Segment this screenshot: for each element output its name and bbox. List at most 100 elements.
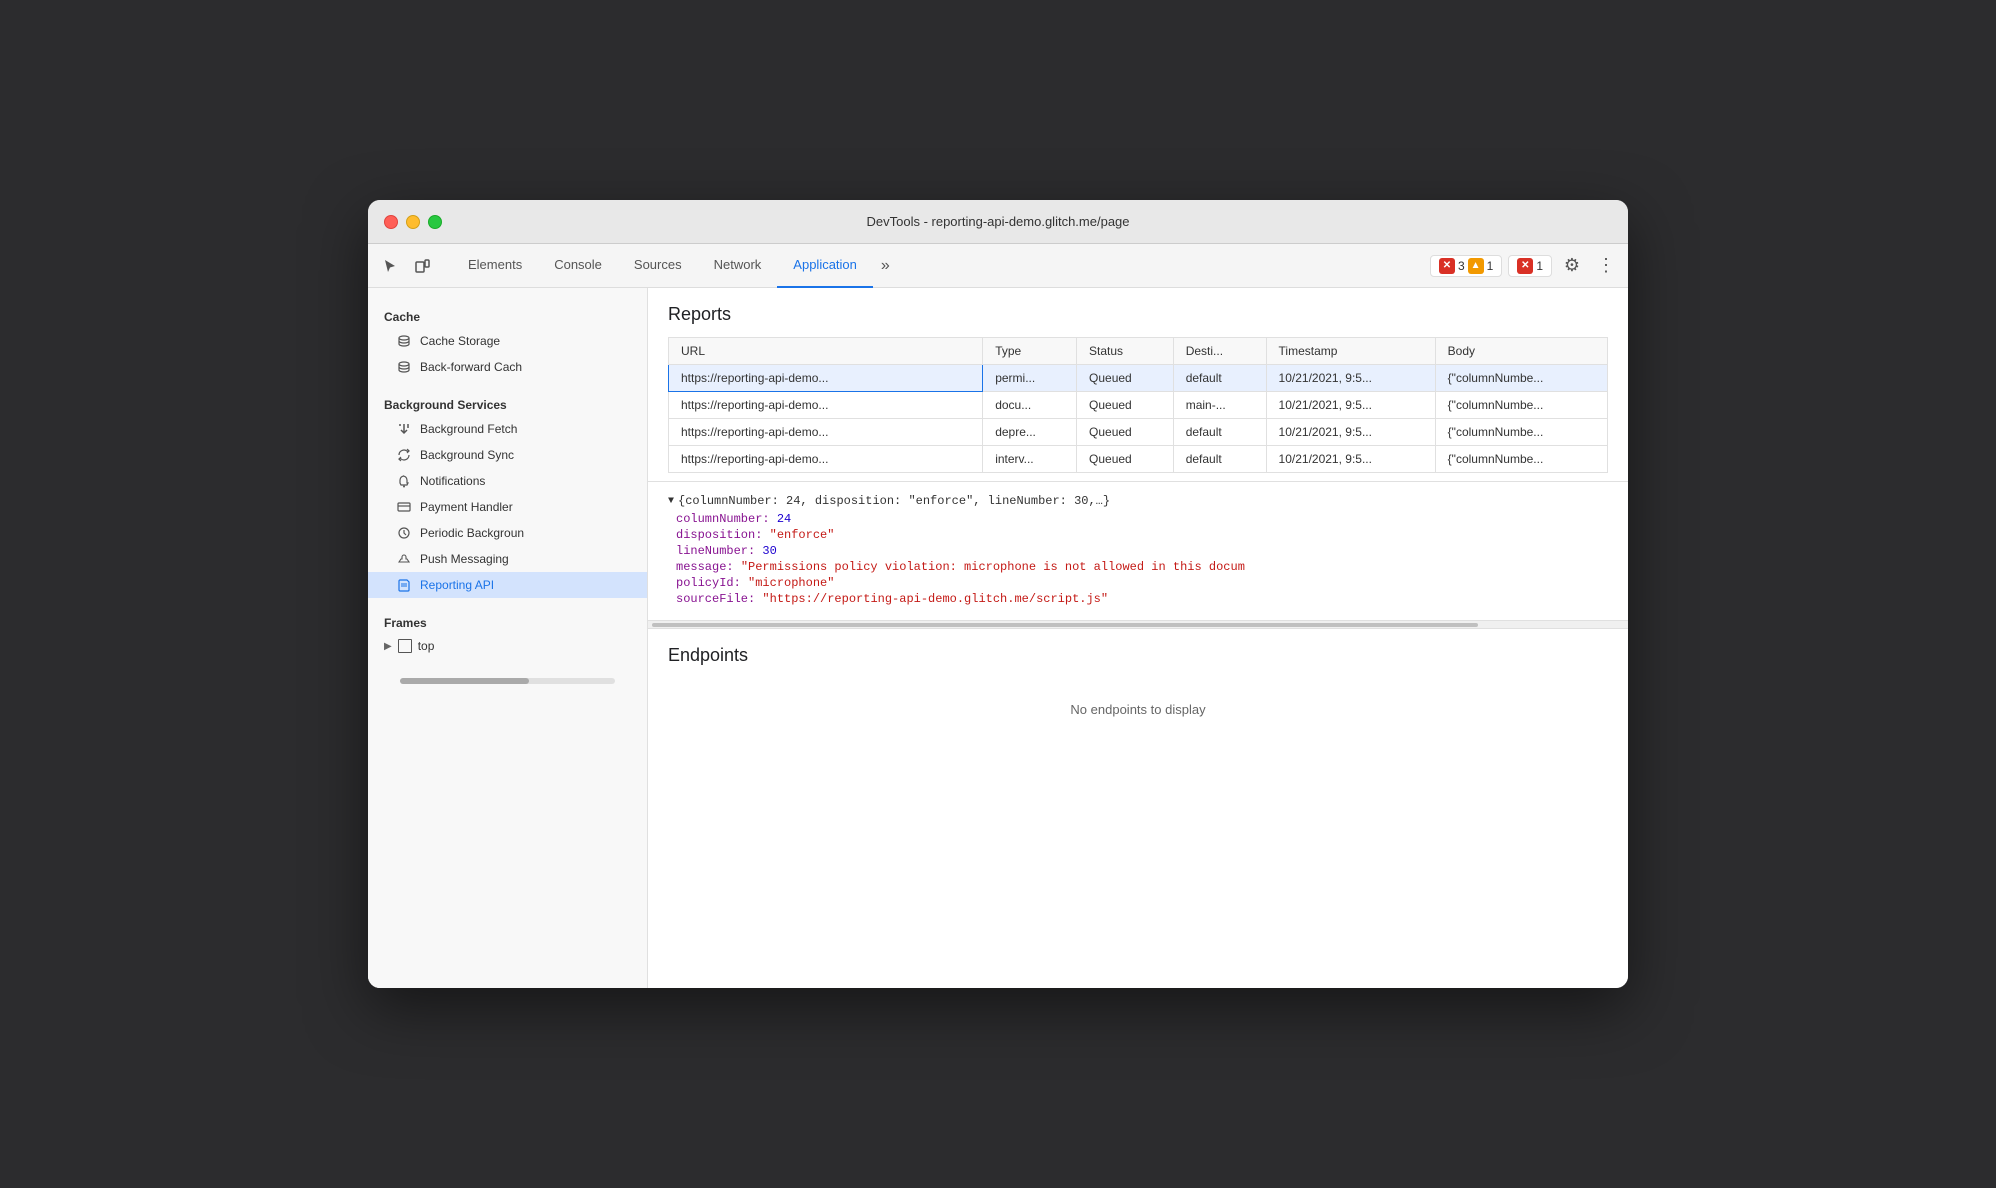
detail-field-value: "enforce" <box>770 528 835 542</box>
sidebar-item-bg-sync[interactable]: Background Sync <box>368 442 647 468</box>
titlebar: DevTools - reporting-api-demo.glitch.me/… <box>368 200 1628 244</box>
table-cell-status: Queued <box>1077 446 1174 473</box>
reporting-api-icon <box>396 577 412 593</box>
frames-arrow: ▶ <box>384 641 392 652</box>
bg-sync-icon <box>396 447 412 463</box>
sidebar-item-label: Periodic Backgroun <box>420 526 524 540</box>
detail-field-value: 24 <box>777 512 791 526</box>
detail-field-key: sourceFile: <box>676 592 762 606</box>
sidebar-item-push-messaging[interactable]: Push Messaging <box>368 546 647 572</box>
col-header-url: URL <box>669 338 983 365</box>
error-badge-1[interactable]: ✕ 3 ▲ 1 <box>1430 255 1502 277</box>
table-row[interactable]: https://reporting-api-demo...interv...Qu… <box>669 446 1608 473</box>
tab-application[interactable]: Application <box>777 244 873 288</box>
error-icon-2: ✕ <box>1517 258 1533 274</box>
horizontal-scrollbar[interactable] <box>648 620 1628 628</box>
sidebar-item-label: Push Messaging <box>420 552 509 566</box>
table-cell-url: https://reporting-api-demo... <box>669 392 983 419</box>
tab-sources[interactable]: Sources <box>618 244 698 288</box>
detail-field-value: 30 <box>762 544 776 558</box>
back-forward-cache-icon <box>396 359 412 375</box>
detail-panel: ▼ {columnNumber: 24, disposition: "enfor… <box>648 481 1628 620</box>
bg-services-section-title: Background Services <box>368 388 647 416</box>
table-cell-type: permi... <box>983 365 1077 392</box>
detail-fields: columnNumber: 24disposition: "enforce"li… <box>668 512 1608 606</box>
table-cell-timestamp: 10/21/2021, 9:5... <box>1266 446 1435 473</box>
detail-field: lineNumber: 30 <box>668 544 1608 558</box>
sidebar-item-bg-fetch[interactable]: Background Fetch <box>368 416 647 442</box>
no-endpoints-text: No endpoints to display <box>668 678 1608 741</box>
detail-field-key: lineNumber: <box>676 544 762 558</box>
table-cell-status: Queued <box>1077 419 1174 446</box>
table-header-row: URL Type Status Desti... Timestamp Body <box>669 338 1608 365</box>
table-cell-timestamp: 10/21/2021, 9:5... <box>1266 365 1435 392</box>
detail-collapse-icon[interactable]: ▼ <box>668 496 674 507</box>
error-badge-2[interactable]: ✕ 1 <box>1508 255 1552 277</box>
detail-field-value: "https://reporting-api-demo.glitch.me/sc… <box>762 592 1108 606</box>
col-header-body: Body <box>1435 338 1607 365</box>
tab-overflow[interactable]: » <box>873 249 898 283</box>
sidebar-item-reporting-api[interactable]: Reporting API <box>368 572 647 598</box>
reports-title: Reports <box>668 304 1608 325</box>
reports-section: Reports URL Type Status Desti... Timesta… <box>648 288 1628 481</box>
traffic-lights <box>384 215 442 229</box>
table-cell-type: depre... <box>983 419 1077 446</box>
settings-icon[interactable]: ⚙ <box>1558 252 1586 280</box>
sidebar-item-payment-handler[interactable]: Payment Handler <box>368 494 647 520</box>
toolbar-icons <box>376 252 448 280</box>
detail-field-key: policyId: <box>676 576 748 590</box>
sidebar-item-label: Payment Handler <box>420 500 513 514</box>
col-header-type: Type <box>983 338 1077 365</box>
table-cell-destination: default <box>1173 365 1266 392</box>
endpoints-title: Endpoints <box>668 645 1608 666</box>
sidebar-scrollbar-thumb <box>400 678 529 684</box>
table-cell-body: {"columnNumbe... <box>1435 446 1607 473</box>
sidebar-item-cache-storage[interactable]: Cache Storage <box>368 328 647 354</box>
close-button[interactable] <box>384 215 398 229</box>
table-cell-type: interv... <box>983 446 1077 473</box>
sidebar-item-back-forward-cache[interactable]: Back-forward Cach <box>368 354 647 380</box>
error-count-2: 1 <box>1536 259 1543 273</box>
sidebar-scrollbar-track[interactable] <box>400 678 615 684</box>
table-row[interactable]: https://reporting-api-demo...permi...Que… <box>669 365 1608 392</box>
minimize-button[interactable] <box>406 215 420 229</box>
notifications-icon <box>396 473 412 489</box>
toolbar: Elements Console Sources Network Applica… <box>368 244 1628 288</box>
detail-field: message: "Permissions policy violation: … <box>668 560 1608 574</box>
tab-console[interactable]: Console <box>538 244 618 288</box>
tab-elements[interactable]: Elements <box>452 244 538 288</box>
cursor-icon[interactable] <box>376 252 404 280</box>
device-icon[interactable] <box>408 252 436 280</box>
col-header-timestamp: Timestamp <box>1266 338 1435 365</box>
detail-header-text: {columnNumber: 24, disposition: "enforce… <box>678 494 1110 508</box>
sidebar-item-label: Background Fetch <box>420 422 517 436</box>
cache-storage-icon <box>396 333 412 349</box>
cache-section-title: Cache <box>368 300 647 328</box>
table-cell-timestamp: 10/21/2021, 9:5... <box>1266 419 1435 446</box>
bg-fetch-icon <box>396 421 412 437</box>
payment-handler-icon <box>396 499 412 515</box>
frame-icon <box>398 639 412 653</box>
sidebar-item-label: Cache Storage <box>420 334 500 348</box>
more-icon[interactable]: ⋮ <box>1592 252 1620 280</box>
sidebar-item-periodic-bg[interactable]: Periodic Backgroun <box>368 520 647 546</box>
reports-table: URL Type Status Desti... Timestamp Body … <box>668 337 1608 473</box>
col-header-status: Status <box>1077 338 1174 365</box>
detail-field-value: "Permissions policy violation: microphon… <box>741 560 1245 574</box>
maximize-button[interactable] <box>428 215 442 229</box>
sidebar-item-notifications[interactable]: Notifications <box>368 468 647 494</box>
sidebar-item-label: Notifications <box>420 474 485 488</box>
detail-field: policyId: "microphone" <box>668 576 1608 590</box>
col-header-destination: Desti... <box>1173 338 1266 365</box>
table-row[interactable]: https://reporting-api-demo...docu...Queu… <box>669 392 1608 419</box>
frames-item-top[interactable]: ▶ top <box>368 634 647 658</box>
tab-network[interactable]: Network <box>698 244 778 288</box>
error-count-1: 3 <box>1458 259 1465 273</box>
main-content: Cache Cache Storage <box>368 288 1628 988</box>
table-cell-timestamp: 10/21/2021, 9:5... <box>1266 392 1435 419</box>
error-icon-1: ✕ <box>1439 258 1455 274</box>
table-cell-type: docu... <box>983 392 1077 419</box>
table-row[interactable]: https://reporting-api-demo...depre...Que… <box>669 419 1608 446</box>
table-cell-body: {"columnNumbe... <box>1435 365 1607 392</box>
sidebar-item-label: Back-forward Cach <box>420 360 522 374</box>
